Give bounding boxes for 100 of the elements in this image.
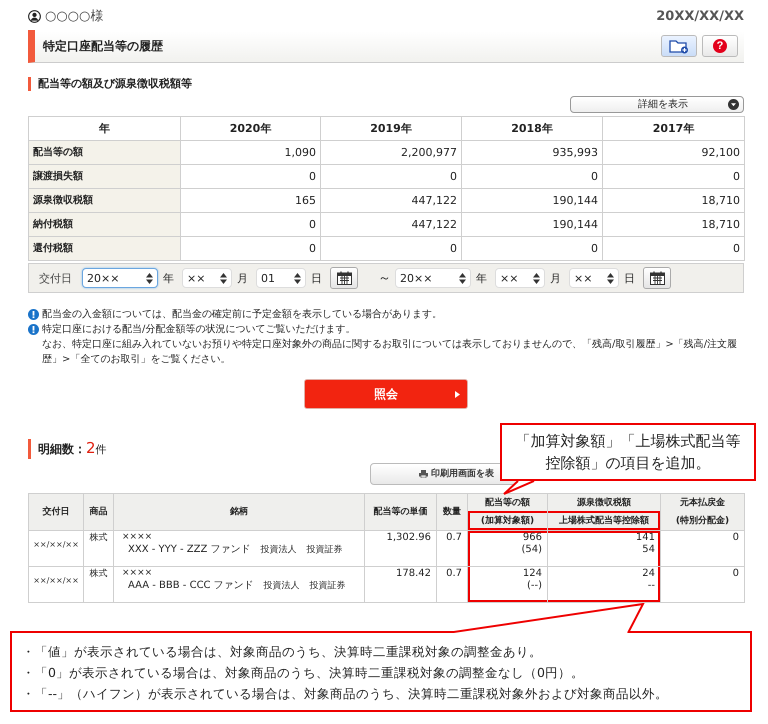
fund-tag: 投資法人: [264, 579, 300, 593]
table-cell: 935,993: [462, 140, 602, 164]
row-header: 源泉徴収税額: [28, 188, 180, 212]
fund-tag: 投資法人: [260, 543, 297, 557]
table-cell: 165: [180, 188, 320, 212]
fund-tag: 投資証券: [306, 543, 343, 557]
column-header: 2020年: [180, 116, 320, 140]
table-cell: 447,122: [320, 212, 462, 236]
date-cell: ××/××/××: [33, 576, 79, 585]
table-cell: 0: [462, 164, 602, 188]
fund-name: XXX - YYY - ZZZ ファンド: [128, 543, 251, 557]
info-icon: [28, 324, 39, 335]
table-cell: 0: [320, 236, 462, 260]
count-label: 明細数：: [38, 441, 86, 458]
show-details-button[interactable]: 詳細を表示: [570, 96, 744, 113]
amount-subvalue: 54: [641, 544, 655, 556]
product-cell: 株式: [90, 569, 108, 579]
table-cell: 18,710: [602, 212, 744, 236]
filter-label: 交付日: [39, 272, 72, 284]
unit-label: 日: [311, 272, 322, 284]
spinner-arrows-icon: [607, 272, 614, 284]
search-button[interactable]: 照会: [304, 379, 468, 409]
spinner-arrows-icon: [220, 272, 227, 284]
amount-value: 141: [634, 532, 655, 544]
row-header: 譲渡損失額: [28, 164, 180, 188]
help-button[interactable]: ?: [702, 35, 738, 57]
unit-label: 月: [237, 272, 248, 284]
column-header: 年: [28, 116, 180, 140]
column-header: 2017年: [602, 116, 744, 140]
table-cell: 447,122: [320, 188, 462, 212]
select-field[interactable]: 20××: [82, 268, 158, 288]
date-text: 20XX/XX/XX: [656, 8, 744, 24]
amount-subvalue: --: [646, 580, 655, 592]
select-field[interactable]: ××: [495, 268, 545, 288]
product-cell: 株式: [90, 533, 108, 543]
annotation-line: ・「0」が表示されている場合は、対象商品のうち、決算時二重課税対象の調整金なし（0円）。: [22, 664, 585, 682]
table-cell: 0.7: [446, 532, 462, 543]
unit-label: 日: [624, 272, 635, 284]
callout-pointer: [502, 481, 536, 495]
row-header: 配当等の額: [28, 140, 180, 164]
folder-button[interactable]: [661, 35, 697, 57]
printer-icon: [419, 470, 428, 478]
table-cell: 178.42: [396, 568, 431, 579]
count-value: 2: [86, 439, 96, 457]
spinner-arrows-icon: [459, 272, 466, 284]
amount-value: 966: [522, 532, 542, 544]
table-cell: 0.7: [446, 568, 462, 579]
table-cell: 0: [732, 532, 739, 543]
spinner-arrows-icon: [533, 272, 540, 284]
column-subheader: 上場株式配当等控除額: [548, 511, 660, 530]
amount-value: 124: [522, 568, 542, 580]
column-header: 数量: [436, 494, 468, 530]
info-icon: [28, 309, 39, 320]
select-field[interactable]: ××: [182, 268, 232, 288]
spinner-arrows-icon: [146, 272, 153, 284]
row-header: 納付税額: [28, 212, 180, 236]
column-header: 銘柄: [114, 494, 364, 530]
range-separator: ～: [378, 272, 391, 284]
caret-down-icon: [728, 99, 739, 110]
folder-add-icon: [669, 38, 689, 54]
fund-code: ××××: [122, 568, 154, 579]
fund-tag: 投資証券: [310, 579, 346, 593]
column-header: 2019年: [320, 116, 462, 140]
table-cell: 0: [602, 236, 744, 260]
amount-value: 24: [641, 568, 655, 580]
unit-label: 年: [163, 272, 174, 284]
select-field[interactable]: 20××: [395, 268, 471, 288]
calendar-button[interactable]: [643, 267, 671, 289]
select-field[interactable]: ××: [569, 268, 619, 288]
count-unit: 件: [96, 442, 107, 458]
column-subheader: (特別分配金): [660, 511, 744, 530]
page-title: 特定口座配当等の履歴: [43, 38, 163, 54]
table-cell: 190,144: [462, 188, 602, 212]
section-heading: 配当等の額及び源泉徴収税額等: [38, 77, 192, 90]
table-cell: 92,100: [602, 140, 744, 164]
column-header: 交付日: [28, 494, 84, 530]
spinner-arrows-icon: [294, 272, 301, 284]
note-text: 特定口座における配当/分配金額等の状況についてご覧いただけます。: [42, 322, 356, 337]
column-subheader: (加算対象額): [468, 511, 548, 530]
table-cell: 1,302.96: [386, 532, 431, 543]
user-icon: [28, 10, 41, 22]
table-cell: 1,090: [180, 140, 320, 164]
table-cell: 0: [732, 568, 739, 579]
fund-name: AAA - BBB - CCC ファンド: [128, 579, 254, 593]
note-text: 配当金の入金額については、配当金の確定前に予定金額を表示している場合があります。: [42, 308, 443, 322]
calendar-icon: [650, 271, 664, 285]
calendar-button[interactable]: [330, 267, 358, 289]
column-header: 源泉徴収税額: [548, 494, 660, 511]
table-cell: 0: [180, 236, 320, 260]
annotation-line: ・「--」（ハイフン）が表示されている場合は、対象商品のうち、決算時二重課税対象外および対象商品以外。: [22, 685, 670, 703]
table-cell: 0: [602, 164, 744, 188]
amount-subvalue: (54): [520, 544, 542, 556]
column-header: 配当等の額: [468, 494, 548, 511]
table-cell: 2,200,977: [320, 140, 462, 164]
column-header: 元本払戻金: [660, 494, 744, 511]
unit-label: 年: [476, 272, 487, 284]
date-cell: ××/××/××: [33, 540, 79, 549]
caret-right-icon: [455, 391, 460, 398]
select-field[interactable]: 01: [256, 268, 306, 288]
table-cell: 190,144: [462, 212, 602, 236]
